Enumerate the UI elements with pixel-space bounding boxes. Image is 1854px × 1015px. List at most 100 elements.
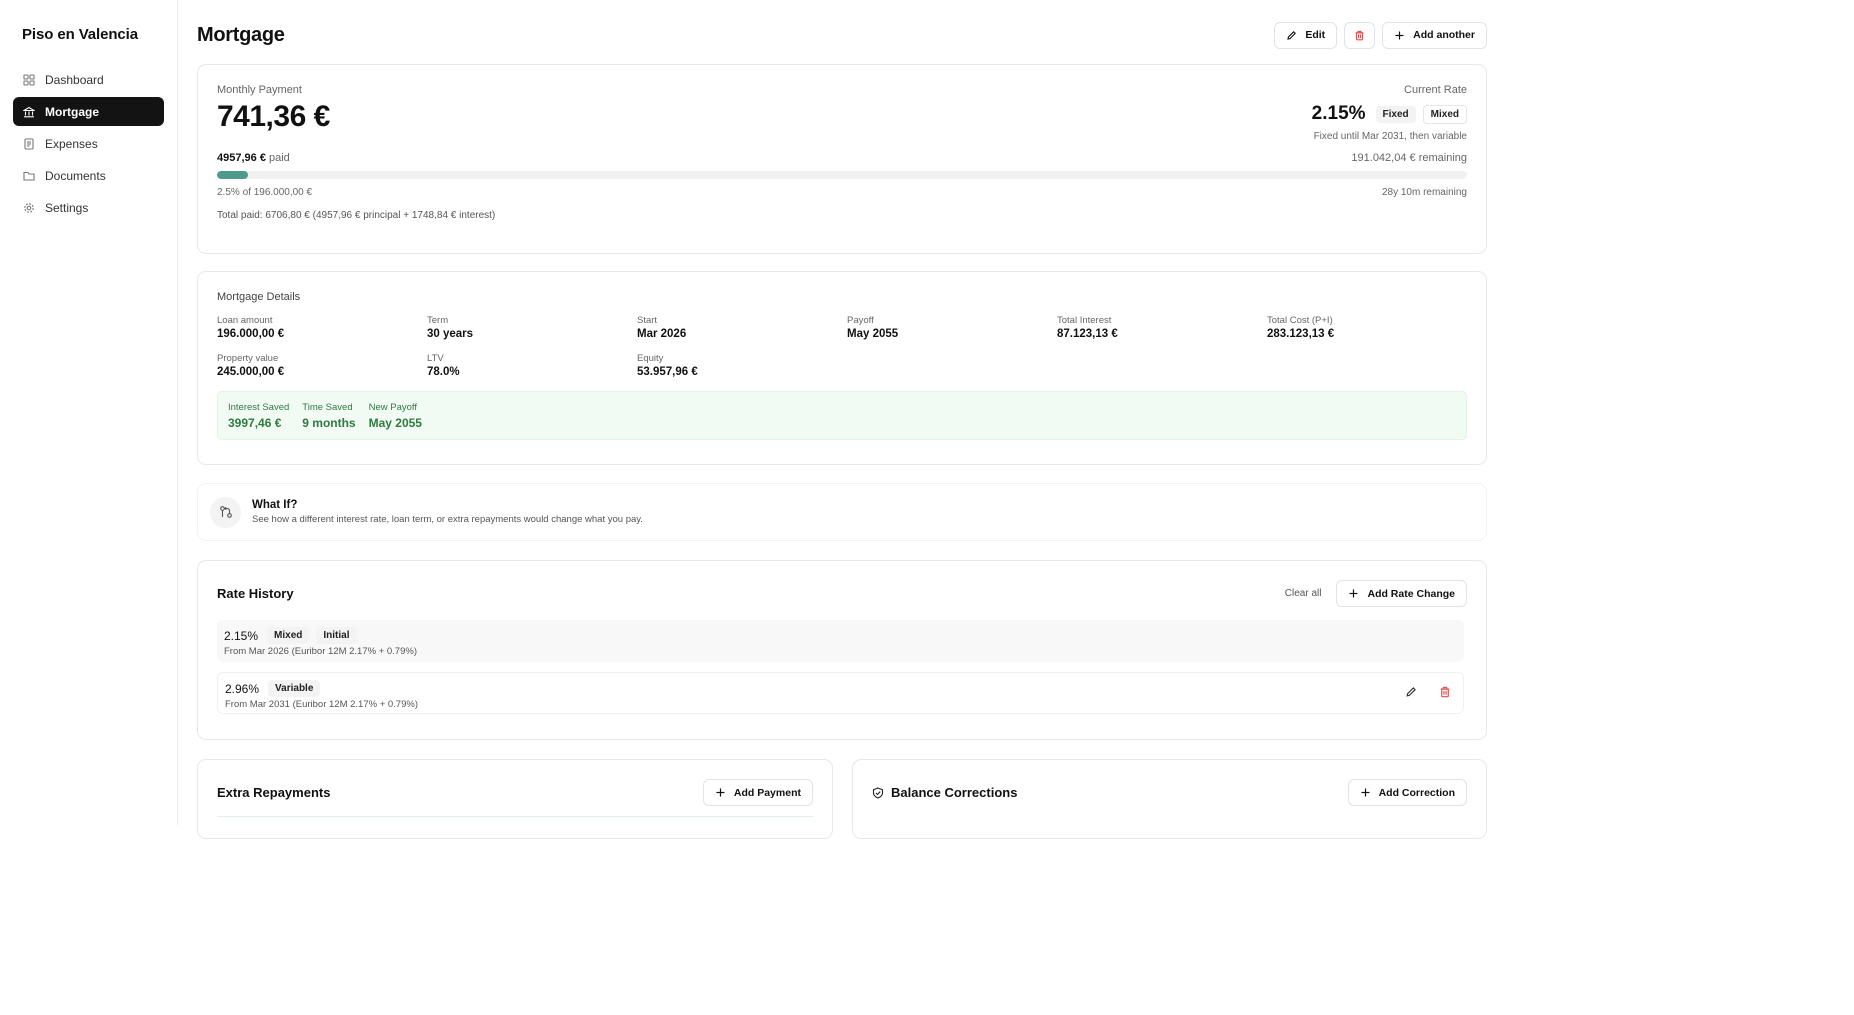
paid-suffix: paid [269,152,290,164]
savings-value: May 2055 [368,415,422,430]
balance-corrections-card: Balance Corrections Add Correction [852,759,1487,839]
savings-label: New Payoff [368,401,418,413]
rate-type-tag-fixed: Fixed [1375,105,1416,123]
receipt-icon [23,137,35,150]
sidebar-item-label: Documents [45,168,106,183]
detail-label: Start [637,315,658,326]
delete-button[interactable] [1344,21,1376,49]
dashboard-icon [23,73,35,86]
extra-repayments-title: Extra Repayments [217,785,331,800]
savings-time-saved: Time Saved 9 months [302,402,355,430]
page-header: Mortgage Edit Add another [197,20,1487,50]
detail-label: Property value [217,353,279,364]
edit-button-label: Edit [1305,29,1326,41]
detail-value: 30 years [427,328,474,340]
sidebar-item-documents[interactable]: Documents [13,161,164,190]
total-paid-breakdown: Total paid: 6706,80 € (4957,96 € princip… [217,210,496,221]
add-correction-button[interactable]: Add Correction [1347,779,1467,806]
detail-ltv: LTV 78.0% [427,353,637,378]
savings-label: Time Saved [302,401,353,413]
app-window: Piso en Valencia Dashboard Mortgage Expe… [0,0,1854,839]
sidebar-item-mortgage[interactable]: Mortgage [13,97,164,126]
add-another-label: Add another [1413,29,1475,41]
current-rate-label: Current Rate [1404,84,1467,96]
savings-new-payoff: New Payoff May 2055 [369,402,422,430]
rate-history-row: 2.15% Mixed Initial From Mar 2026 (Eurib… [217,620,1464,662]
paid-amount: 4957,96 € [217,152,266,164]
scenario-icon [210,496,241,528]
plus-icon [1394,30,1405,41]
add-rate-change-button[interactable]: Add Rate Change [1336,580,1467,607]
plus-icon [1348,588,1359,599]
rate-history-card: Rate History Clear all Add Rate Change 2… [197,560,1487,740]
rate-tag-variable: Variable [268,680,321,697]
detail-value: 53.957,96 € [637,366,698,378]
rate-value: 2.96% [225,681,260,696]
detail-label: Loan amount [217,315,273,326]
payoff-progress-bar [217,171,1467,179]
rate-row-description: From Mar 2031 (Euribor 12M 2.17% + 0.79%… [225,699,418,710]
rate-tag-initial: Initial [316,627,357,644]
bottom-cards: Extra Repayments Add Payment Balance Cor… [197,759,1487,839]
delete-rate-icon[interactable] [1439,686,1453,700]
plus-icon [715,787,726,798]
mortgage-details-title: Mortgage Details [217,291,301,303]
mortgage-details-card: Mortgage Details Loan amount 196.000,00 €… [197,271,1487,465]
remaining-amount: 191.042,04 € remaining [1351,152,1467,164]
detail-label: Equity [637,353,664,364]
sidebar-item-label: Mortgage [45,104,99,119]
detail-label: Total Interest [1057,315,1112,326]
detail-loan-amount: Loan amount 196.000,00 € [217,315,427,340]
rate-tag-mixed: Mixed [267,627,310,644]
rate-row-description: From Mar 2026 (Euribor 12M 2.17% + 0.79%… [224,646,417,657]
clear-all-link[interactable]: Clear all [1285,588,1322,599]
time-remaining: 28y 10m remaining [1381,187,1467,198]
detail-label: Term [427,315,449,326]
sidebar-item-label: Settings [45,200,89,215]
detail-value: May 2055 [847,328,899,340]
gear-icon [23,202,35,214]
sidebar-item-label: Expenses [45,136,98,151]
edit-rate-icon[interactable] [1405,686,1419,700]
sidebar-item-expenses[interactable]: Expenses [13,129,164,158]
sidebar-item-dashboard[interactable]: Dashboard [13,65,164,94]
detail-value: 283.123,13 € [1267,328,1335,340]
rate-history-row: 2.96% Variable From Mar 2031 (Euribor 12… [217,672,1464,714]
edit-button[interactable]: Edit [1274,21,1338,49]
savings-interest-saved: Interest Saved 3997,46 € [228,402,289,430]
balance-corrections-title: Balance Corrections [891,785,1018,800]
what-if-title: What If? [252,499,298,511]
pencil-icon [1286,30,1297,41]
detail-value: 196.000,00 € [217,328,285,340]
header-actions: Edit Add another [1274,21,1487,49]
monthly-payment-label: Monthly Payment [217,84,302,96]
folder-icon [23,170,35,182]
what-if-card[interactable]: What If? See how a different interest ra… [197,483,1487,541]
rate-history-title: Rate History [217,586,294,601]
page-title: Mortgage [197,23,285,46]
detail-equity: Equity 53.957,96 € [637,353,847,378]
savings-value: 9 months [302,415,356,430]
list-divider [217,816,813,817]
trash-icon [1354,30,1365,41]
detail-total-interest: Total Interest 87.123,13 € [1057,315,1267,340]
add-another-button[interactable]: Add another [1382,21,1487,49]
detail-label: Payoff [847,315,874,326]
what-if-description: See how a different interest rate, loan … [252,514,643,525]
detail-term: Term 30 years [427,315,637,340]
add-payment-button[interactable]: Add Payment [702,779,813,806]
detail-value: 87.123,13 € [1057,328,1118,340]
detail-start: Start Mar 2026 [637,315,847,340]
main-content: Mortgage Edit Add another Monthly Paymen… [178,0,1854,839]
detail-total-cost: Total Cost (P+I) 283.123,13 € [1267,315,1467,340]
sidebar-item-settings[interactable]: Settings [13,193,164,222]
shield-check-icon [872,786,884,799]
payoff-progress-fill [217,171,249,179]
detail-property-value: Property value 245.000,00 € [217,353,427,378]
detail-value: 245.000,00 € [217,366,285,378]
sidebar: Piso en Valencia Dashboard Mortgage Expe… [0,0,178,825]
savings-label: Interest Saved [228,401,290,413]
rate-note: Fixed until Mar 2031, then variable [1313,131,1467,142]
bank-icon [23,106,35,118]
rate-type-tag-mixed: Mixed [1422,104,1467,124]
